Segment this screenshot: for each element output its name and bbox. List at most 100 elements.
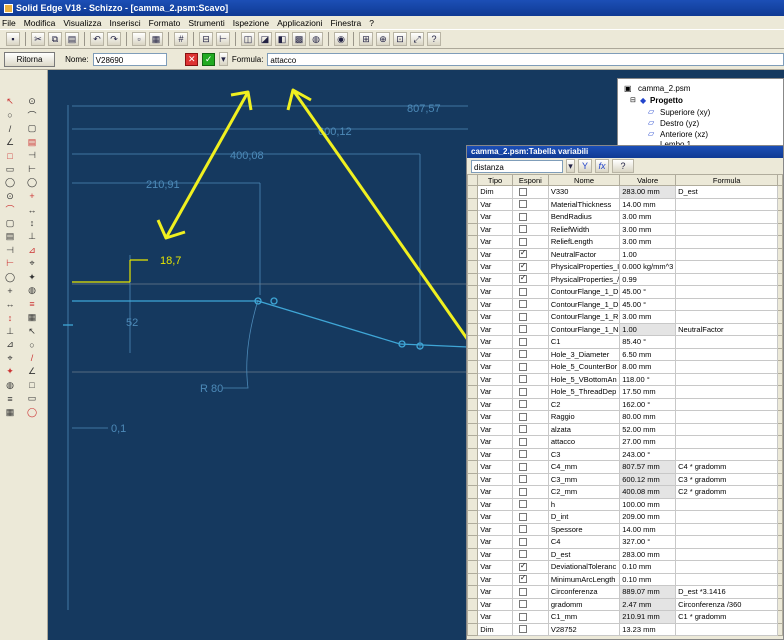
table-row[interactable]: Var PhysicalProperties_I0.000 kg/mm^3: [467, 260, 783, 274]
row-selector[interactable]: [467, 210, 479, 224]
point-icon[interactable]: ⊙: [4, 191, 16, 202]
expose-checkbox[interactable]: [518, 475, 527, 484]
cell-nome[interactable]: MaterialThickness: [547, 197, 621, 211]
cell-valore[interactable]: 6.50 mm: [619, 347, 677, 361]
row-selector[interactable]: [467, 547, 479, 561]
cell-formula[interactable]: [675, 397, 779, 411]
expose-checkbox[interactable]: [518, 212, 527, 221]
row-selector[interactable]: [467, 185, 479, 199]
cell-valore[interactable]: 27.00 mm: [619, 435, 677, 449]
row-selector[interactable]: [467, 447, 479, 461]
cell-nome[interactable]: ReliefWidth: [547, 222, 621, 236]
cell-formula[interactable]: [675, 347, 779, 361]
cell-valore[interactable]: 400.08 mm: [619, 485, 677, 499]
menu-item[interactable]: ?: [369, 18, 374, 28]
cell-valore[interactable]: 13.23 mm: [619, 622, 677, 636]
row-selector[interactable]: [467, 535, 479, 549]
pointer-icon[interactable]: ↖: [4, 96, 16, 107]
cell-valore[interactable]: 600.12 mm: [619, 472, 677, 486]
column-header-tipo[interactable]: Tipo: [477, 174, 513, 186]
offset-icon[interactable]: ▤: [4, 231, 16, 242]
cell-formula[interactable]: [675, 410, 779, 424]
tree-collapse-icon[interactable]: ⊟: [630, 96, 636, 104]
save-icon[interactable]: ▪: [6, 32, 20, 46]
expose-checkbox[interactable]: [518, 350, 527, 359]
table-row[interactable]: Var C4 327.00 °: [467, 535, 783, 549]
angle-constraint-icon[interactable]: ⊿: [4, 339, 16, 350]
menu-item[interactable]: Formato: [149, 18, 181, 28]
row-selector[interactable]: [467, 572, 479, 586]
cell-valore[interactable]: 17.50 mm: [619, 385, 677, 399]
accept-icon[interactable]: ✓: [202, 52, 215, 66]
slot-icon[interactable]: ▭: [4, 164, 16, 175]
line-icon[interactable]: /: [4, 123, 16, 134]
rectangle-icon[interactable]: □: [4, 150, 16, 161]
row-selector[interactable]: [467, 247, 479, 261]
dim-18-7-highlighted[interactable]: 18,7: [160, 255, 181, 267]
connect-icon[interactable]: +: [26, 191, 38, 202]
table-row[interactable]: Var BendRadius 3.00 mm: [467, 210, 783, 224]
expose-checkbox[interactable]: [518, 274, 527, 284]
cell-valore[interactable]: 283.00 mm: [619, 547, 677, 561]
connect-icon[interactable]: +: [4, 285, 16, 296]
dimension-icon[interactable]: ⌖: [4, 353, 16, 364]
column-header-formula[interactable]: Formula: [675, 174, 779, 186]
menu-item[interactable]: Inserisci: [109, 18, 140, 28]
cell-nome[interactable]: V330: [547, 185, 621, 199]
cell-valore[interactable]: 52.00 mm: [619, 422, 677, 436]
cell-formula[interactable]: [675, 235, 779, 249]
table-row[interactable]: Var C3_mm 600.12 mm C3 * gradomm: [467, 472, 783, 486]
expose-checkbox[interactable]: [518, 362, 527, 371]
dim-01[interactable]: 0,1: [111, 423, 126, 435]
expose-checkbox[interactable]: [518, 375, 527, 384]
expose-checkbox[interactable]: [518, 500, 527, 509]
cell-nome[interactable]: D_int: [547, 510, 621, 524]
shade-icon[interactable]: ◍: [309, 32, 323, 46]
paste-icon[interactable]: ▤: [65, 32, 79, 46]
slot-icon[interactable]: ▭: [26, 393, 38, 404]
relate-icon[interactable]: ⊟: [199, 32, 213, 46]
table-row[interactable]: Var Hole_5_VBottomAn 118.00 °: [467, 372, 783, 386]
lock-icon[interactable]: ◍: [26, 285, 38, 296]
cell-nome[interactable]: Spessore: [547, 522, 621, 536]
expose-checkbox[interactable]: [518, 249, 527, 259]
row-selector[interactable]: [467, 322, 479, 336]
row-selector[interactable]: [467, 235, 479, 249]
ellipse-icon[interactable]: ◯: [4, 177, 16, 188]
table-row[interactable]: Var C1 85.40 °: [467, 335, 783, 349]
cell-valore[interactable]: 162.00 °: [619, 397, 677, 411]
cell-valore[interactable]: 210.91 mm: [619, 610, 677, 624]
table-row[interactable]: Var h 100.00 mm: [467, 497, 783, 511]
arc-icon[interactable]: ⌒: [4, 204, 16, 215]
equal-icon[interactable]: ≡: [4, 393, 16, 404]
tangent-icon[interactable]: ◯: [26, 177, 38, 188]
table-row[interactable]: Var Spessore 14.00 mm: [467, 522, 783, 536]
menu-item[interactable]: Finestra: [330, 18, 361, 28]
cell-formula[interactable]: [675, 297, 779, 311]
expose-checkbox[interactable]: [518, 200, 527, 209]
expose-checkbox[interactable]: [518, 312, 527, 321]
cell-valore[interactable]: 0.99: [619, 272, 677, 286]
cell-nome[interactable]: Hole_5_VBottomAn: [547, 372, 621, 386]
dim-400[interactable]: 400,08: [230, 150, 264, 162]
table-row[interactable]: Var C1_mm 210.91 mm C1 * gradomm: [467, 610, 783, 624]
table-row[interactable]: Var C4_mm 807.57 mm C4 * gradomm: [467, 460, 783, 474]
column-header-esponi[interactable]: Esponi: [511, 174, 549, 186]
tree-project[interactable]: Progetto: [650, 96, 683, 105]
table-row[interactable]: Var ContourFlange_1_N 1.00 NeutralFactor: [467, 322, 783, 336]
cell-nome[interactable]: ContourFlange_1_D: [547, 297, 621, 311]
feature-icon[interactable]: ▩: [292, 32, 306, 46]
cell-formula[interactable]: [675, 497, 779, 511]
offset-icon[interactable]: ▤: [26, 137, 38, 148]
tree-item[interactable]: Anteriore (xz): [660, 130, 708, 139]
cell-valore[interactable]: 0.000 kg/mm^3: [619, 260, 677, 274]
expose-checkbox[interactable]: [518, 425, 527, 434]
menu-item[interactable]: Applicazioni: [277, 18, 322, 28]
table-row[interactable]: Var D_int 209.00 mm: [467, 510, 783, 524]
globe-icon[interactable]: ◉: [334, 32, 348, 46]
cell-valore[interactable]: 889.07 mm: [619, 585, 677, 599]
cell-valore[interactable]: 45.00 °: [619, 285, 677, 299]
formula-field[interactable]: attacco: [267, 52, 784, 66]
zoom-area-icon[interactable]: ⊡: [393, 32, 407, 46]
horizontal-icon[interactable]: ↔: [4, 299, 16, 310]
